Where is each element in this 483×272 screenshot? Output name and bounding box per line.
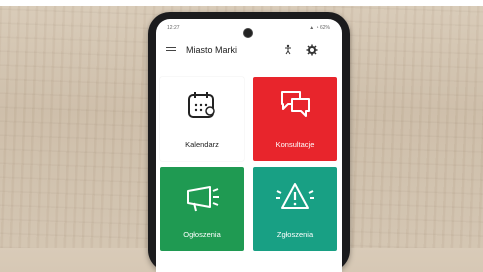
- tile-label-konsultacje: Konsultacje: [275, 140, 315, 149]
- tile-ogloszenia[interactable]: Ogłoszenia: [160, 167, 244, 251]
- tile-label-zgloszenia: Zgłoszenia: [276, 230, 314, 239]
- tile-zgloszenia[interactable]: Zgłoszenia: [253, 167, 337, 251]
- tile-kalendarz[interactable]: Kalendarz: [160, 77, 244, 161]
- top-white-border: [0, 0, 483, 6]
- app-bar: Miasto Marki: [156, 35, 342, 69]
- calendar-icon: [188, 92, 215, 118]
- phone-screen: 12:27 ▲ ◔ 62% Miasto Marki Kalendarz Kon…: [156, 19, 342, 272]
- gear-icon[interactable]: [306, 44, 318, 56]
- tile-label-kalendarz: Kalendarz: [185, 140, 219, 149]
- status-indicators: ▲ ◔ 62%: [309, 25, 330, 31]
- megaphone-icon: [187, 186, 219, 212]
- tile-label-ogloszenia: Ogłoszenia: [183, 230, 221, 239]
- phone-device: 12:27 ▲ ◔ 62% Miasto Marki Kalendarz Kon…: [148, 12, 350, 272]
- tile-konsultacje[interactable]: Konsultacje: [253, 77, 337, 161]
- alert-triangle-icon: [276, 183, 314, 209]
- app-title: Miasto Marki: [186, 45, 238, 55]
- menu-icon[interactable]: [166, 47, 176, 53]
- status-time: 12:27: [167, 25, 180, 31]
- chat-bubbles-icon: [281, 91, 310, 117]
- accessibility-icon[interactable]: [282, 44, 294, 56]
